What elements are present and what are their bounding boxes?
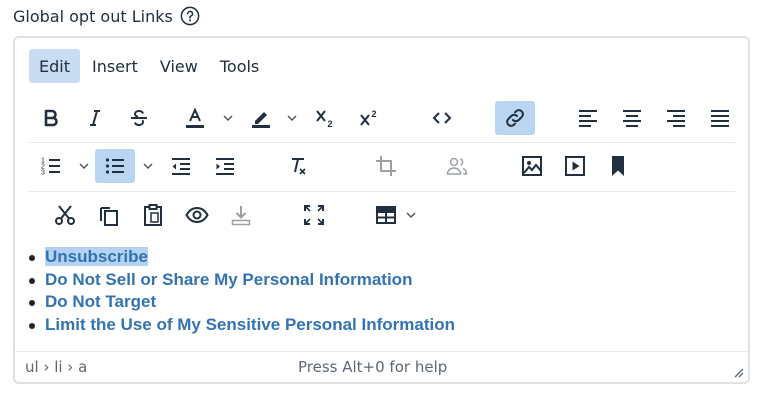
preview-button[interactable] (177, 198, 217, 232)
copy-button[interactable] (89, 198, 129, 232)
insert-media-button[interactable] (555, 149, 595, 183)
link-icon (506, 109, 524, 127)
indent-icon (216, 158, 234, 175)
paste-button[interactable] (133, 198, 173, 232)
save-button[interactable] (221, 198, 261, 232)
table-dropdown[interactable] (404, 198, 418, 232)
rich-text-editor: Edit Insert View Tools 2 2 1 2 3 Unsubsc… (13, 36, 750, 384)
limit-use-link[interactable]: Limit the Use of My Sensitive Personal I… (45, 315, 455, 334)
do-not-target-link[interactable]: Do Not Target (45, 292, 156, 311)
svg-text:2: 2 (372, 109, 377, 119)
chevron-down-icon (287, 115, 297, 122)
chevron-down-icon (406, 212, 416, 219)
svg-text:3: 3 (41, 170, 45, 177)
image-icon (522, 156, 542, 176)
align-left-icon (579, 110, 597, 127)
scissors-icon (55, 205, 75, 225)
unsubscribe-link[interactable]: Unsubscribe (45, 247, 148, 266)
outdent-icon (172, 158, 190, 175)
bold-button[interactable] (31, 101, 71, 135)
fullscreen-icon (304, 205, 324, 225)
menu-view[interactable]: View (150, 49, 208, 83)
users-button[interactable] (437, 149, 477, 183)
text-color-button[interactable] (175, 101, 215, 135)
question-circle-icon[interactable] (180, 6, 200, 26)
justify-button[interactable] (700, 101, 740, 135)
align-justify-icon (711, 110, 729, 127)
italic-icon (90, 110, 100, 126)
numbered-list-dropdown[interactable] (77, 149, 91, 183)
editor-content[interactable]: Unsubscribe Do Not Sell or Share My Pers… (29, 246, 455, 337)
strikethrough-button[interactable] (119, 101, 159, 135)
menu-tools[interactable]: Tools (210, 49, 269, 83)
users-icon (446, 157, 468, 175)
resize-handle-icon[interactable] (732, 366, 744, 378)
table-button[interactable] (366, 198, 406, 232)
indent-button[interactable] (205, 149, 245, 183)
list-item: Limit the Use of My Sensitive Personal I… (29, 314, 455, 337)
source-code-button[interactable] (422, 101, 462, 135)
text-color-icon (186, 107, 204, 128)
highlighter-icon (252, 112, 270, 128)
align-right-icon (667, 110, 685, 127)
menu-insert[interactable]: Insert (82, 49, 148, 83)
list-item: Do Not Target (29, 291, 455, 314)
bookmark-icon (612, 156, 624, 176)
superscript-icon: 2 (360, 109, 377, 126)
chevron-down-icon (79, 163, 89, 170)
eye-icon (185, 206, 209, 224)
bullet-list-icon (105, 158, 124, 174)
insert-image-button[interactable] (512, 149, 552, 183)
crop-button[interactable] (366, 149, 406, 183)
clear-formatting-icon (292, 158, 306, 175)
superscript-button[interactable]: 2 (349, 101, 389, 135)
outdent-button[interactable] (161, 149, 201, 183)
align-center-icon (623, 110, 641, 127)
numbered-list-button[interactable]: 123 (31, 149, 71, 183)
code-icon (432, 112, 452, 124)
align-center-button[interactable] (612, 101, 652, 135)
play-icon (565, 156, 585, 176)
highlight-color-button[interactable] (241, 101, 281, 135)
subscript-button[interactable]: 2 (305, 101, 345, 135)
download-icon (231, 206, 251, 226)
crop-icon (376, 156, 396, 176)
link-button[interactable] (495, 101, 535, 135)
menu-edit[interactable]: Edit (29, 49, 80, 83)
cut-button[interactable] (45, 198, 85, 232)
list-item: Unsubscribe (29, 246, 455, 269)
toolbar-divider (29, 142, 735, 143)
clear-formatting-button[interactable] (278, 149, 318, 183)
copy-icon (100, 207, 118, 226)
list-item: Do Not Sell or Share My Personal Informa… (29, 269, 455, 292)
numbered-list-icon: 123 (41, 158, 60, 177)
chevron-down-icon (223, 115, 233, 122)
subscript-icon: 2 (316, 110, 333, 129)
field-label-text: Global opt out Links (13, 6, 173, 26)
clipboard-icon (144, 204, 162, 226)
fullscreen-button[interactable] (294, 198, 334, 232)
element-path[interactable]: ul › li › a (25, 358, 87, 376)
field-label: Global opt out Links (13, 5, 200, 27)
align-left-button[interactable] (568, 101, 608, 135)
statusbar: ul › li › a Press Alt+0 for help (15, 351, 748, 382)
table-icon (376, 206, 396, 224)
bullet-list-button[interactable] (95, 149, 135, 183)
bold-icon (44, 109, 58, 127)
highlight-color-dropdown[interactable] (285, 101, 299, 135)
anchor-button[interactable] (598, 149, 638, 183)
text-color-dropdown[interactable] (221, 101, 235, 135)
strikethrough-icon (131, 109, 147, 127)
align-right-button[interactable] (656, 101, 696, 135)
toolbar-divider (29, 191, 735, 192)
bullet-list-dropdown[interactable] (141, 149, 155, 183)
italic-button[interactable] (75, 101, 115, 135)
svg-text:2: 2 (328, 119, 333, 129)
do-not-sell-link[interactable]: Do Not Sell or Share My Personal Informa… (45, 270, 412, 289)
menubar: Edit Insert View Tools (29, 48, 271, 84)
chevron-down-icon (143, 163, 153, 170)
help-hint: Press Alt+0 for help (298, 358, 448, 376)
